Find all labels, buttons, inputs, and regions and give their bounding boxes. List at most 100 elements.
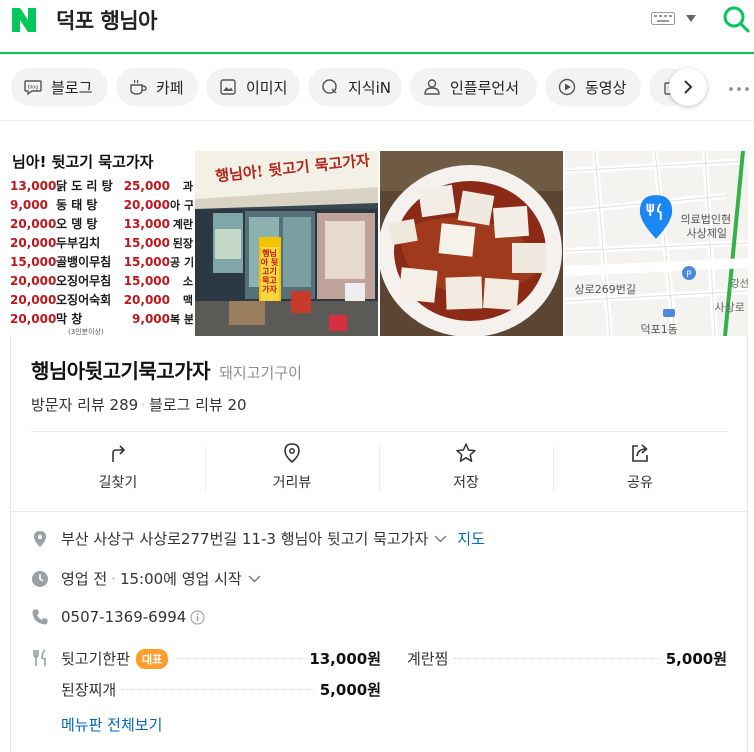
board-row: 13,000 닭 도 리 탕 25,000 과 xyxy=(10,179,193,193)
search-query-text[interactable]: 덕포 행님아 xyxy=(56,5,157,35)
tab-cafe[interactable]: 카페 xyxy=(116,68,198,106)
board-row: 15,000 골뱅이무침 15,000 공 기 xyxy=(10,255,193,269)
leader-line xyxy=(454,658,660,659)
share-icon xyxy=(632,444,648,462)
board-row: 9,000 동 태 탕 20,000 아 구 xyxy=(10,198,193,212)
board-rows: 13,000 닭 도 리 탕 25,000 과 9,000 동 태 탕 20,000 아 구… xyxy=(10,177,193,329)
info-icon[interactable] xyxy=(190,610,205,625)
menu-item-price: 5,000원 xyxy=(665,650,727,668)
naver-logo-icon[interactable] xyxy=(10,6,38,34)
directions-button[interactable]: 길찾기 xyxy=(31,432,205,506)
menu-item[interactable]: 된장찌개 5,000원 xyxy=(61,679,381,700)
storefront-banner: 행님아 뒷고기 묵고가자 xyxy=(260,249,279,294)
place-name[interactable]: 행님아뒷고기묵고가자 xyxy=(31,359,211,383)
food-scene xyxy=(380,151,563,336)
tab-image[interactable]: 이미지 xyxy=(206,68,300,106)
menu-item-name: 된장찌개 xyxy=(61,681,117,699)
location-pin-icon xyxy=(284,443,300,464)
address-row: 부산 사상구 사상로277번길 11-3 행님아 뒷고기 묵고가자 지도 xyxy=(31,528,485,549)
share-button[interactable]: 공유 xyxy=(553,432,727,506)
svg-text:blog: blog xyxy=(28,85,39,91)
review-summary: 방문자 리뷰 289 · 블로그 리뷰 20 xyxy=(31,394,247,415)
chevron-right-icon xyxy=(684,80,693,94)
person-icon xyxy=(424,79,440,95)
menu-item-name: 계란찜 xyxy=(407,650,449,668)
place-title-row: 행님아뒷고기묵고가자 돼지고기구이 xyxy=(31,355,302,384)
menu-item-price: 5,000원 xyxy=(319,681,381,699)
chevron-down-icon[interactable] xyxy=(434,535,447,543)
photo-strip: 님아! 뒷고기 묵고가자 13,000 닭 도 리 탕 25,000 과 9,000 동… xyxy=(10,151,748,336)
separator-dot: · xyxy=(141,396,146,414)
search-icon[interactable] xyxy=(722,5,750,33)
board-row: 20,000 두부김치 15,000 된장 xyxy=(10,236,193,250)
place-card: 행님아뒷고기묵고가자 돼지고기구이 방문자 리뷰 289 · 블로그 리뷰 20 길… xyxy=(10,336,748,752)
map-label: 상로269번길 xyxy=(574,283,636,296)
directions-icon xyxy=(112,445,126,462)
board-row: 20,000 오 뎅 탕 13,000 계란 xyxy=(10,217,193,231)
phone-number[interactable]: 0507-1369-6994 xyxy=(61,608,186,626)
tab-label: 카페 xyxy=(156,78,184,97)
separator-dot: · xyxy=(111,569,116,588)
food-photo[interactable] xyxy=(380,151,563,336)
board-row: 20,000 오징어무침 15,000 소 xyxy=(10,274,193,288)
search-header: 덕포 행님아 xyxy=(0,0,754,54)
business-status: 영업 전 xyxy=(61,570,108,588)
menu-board-photo[interactable]: 님아! 뒷고기 묵고가자 13,000 닭 도 리 탕 25,000 과 9,000 동… xyxy=(10,151,193,336)
action-label: 공유 xyxy=(627,475,653,491)
action-label: 거리뷰 xyxy=(272,475,312,491)
action-label: 길찾기 xyxy=(98,475,138,491)
tab-kin[interactable]: 지식iN xyxy=(308,68,402,106)
menu-item[interactable]: 계란찜 5,000원 xyxy=(407,648,727,669)
action-bar: 길찾기 거리뷰 저장 공유 xyxy=(31,432,727,506)
tab-label: 지식iN xyxy=(348,78,391,97)
location-pin-icon xyxy=(34,530,46,547)
clock-icon xyxy=(32,570,48,587)
image-icon xyxy=(220,79,236,95)
tab-label: 인플루언서 xyxy=(450,78,520,97)
hours-row: 영업 전 · 15:00에 영업 시작 xyxy=(31,568,261,589)
phone-icon xyxy=(32,609,48,625)
menu-item-price: 13,000원 xyxy=(309,650,381,668)
map-thumbnail[interactable]: P 의료법인현 사상제일 강선 상로269번길 사상로 덕포1동 xyxy=(564,151,749,336)
svg-text:P: P xyxy=(686,270,692,280)
map-label: 강선 xyxy=(730,279,749,290)
more-dots-icon[interactable] xyxy=(728,87,752,91)
map-label: 사상제일 xyxy=(686,227,727,240)
full-menu-link[interactable]: 메뉴판 전체보기 xyxy=(61,714,162,735)
menu-item-name: 뒷고기한판 xyxy=(61,650,131,668)
address-text[interactable]: 부산 사상구 사상로277번길 11-3 행님아 뒷고기 묵고가자 xyxy=(61,528,428,549)
kin-q-icon xyxy=(322,79,337,94)
board-header: 님아! 뒷고기 묵고가자 xyxy=(10,151,193,175)
blog-review-link[interactable]: 블로그 리뷰 20 xyxy=(149,396,247,414)
tab-influencer[interactable]: 인플루언서 xyxy=(410,68,537,106)
map-label: 덕포1동 xyxy=(640,323,678,336)
map-link[interactable]: 지도 xyxy=(457,528,485,549)
map-pin-icon xyxy=(639,195,672,239)
map-label: 사상로 xyxy=(714,301,745,314)
tab-label: 이미지 xyxy=(246,78,288,97)
caret-down-icon[interactable] xyxy=(686,15,696,22)
leader-line xyxy=(174,658,304,659)
tab-video[interactable]: 동영상 xyxy=(545,68,641,106)
cafe-cup-icon xyxy=(130,79,147,95)
chevron-down-icon[interactable] xyxy=(248,575,261,583)
signature-badge: 대표 xyxy=(136,648,169,669)
leader-line xyxy=(122,689,314,690)
keyboard-icon[interactable] xyxy=(651,12,675,25)
tab-label: 동영상 xyxy=(585,78,627,97)
visitor-review-link[interactable]: 방문자 리뷰 289 xyxy=(31,396,138,414)
business-hours[interactable]: 15:00에 영업 시작 xyxy=(120,568,242,589)
play-icon xyxy=(558,78,576,96)
street-view-button[interactable]: 거리뷰 xyxy=(205,432,379,506)
menu-item[interactable]: 뒷고기한판 대표 13,000원 xyxy=(61,648,381,669)
fork-knife-icon xyxy=(33,649,46,666)
board-row: 20,000 오징어숙회 20,000 맥 xyxy=(10,293,193,307)
save-button[interactable]: 저장 xyxy=(379,432,553,506)
board-note: (3인분이상) xyxy=(68,328,104,336)
storefront-photo[interactable]: 행님아! 뒷고기 묵고가자 행님아 뒷고기 묵고가자 xyxy=(194,151,378,336)
tabs-next-button[interactable] xyxy=(669,68,707,106)
tab-label: 블로그 xyxy=(51,78,93,97)
blog-icon: blog xyxy=(24,80,42,96)
tab-blog[interactable]: blog 블로그 xyxy=(11,68,108,106)
place-category: 돼지고기구이 xyxy=(219,364,302,382)
